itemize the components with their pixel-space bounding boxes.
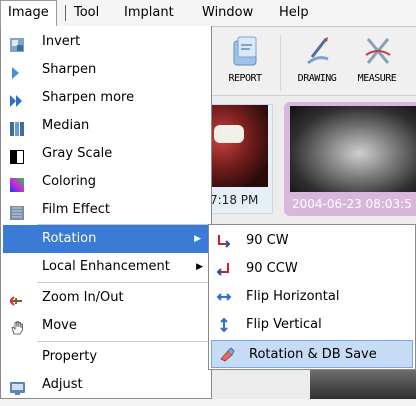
menu-help[interactable]: Help: [272, 0, 316, 26]
drawing-icon: [302, 33, 334, 69]
submenu-item-rotation-db-save[interactable]: Rotation & DB Save: [211, 340, 413, 368]
menu-item-label: Local Enhancement: [42, 259, 170, 274]
thumbnail-1-date: 7:18 PM: [210, 193, 259, 207]
coloring-icon: [10, 175, 24, 192]
intraoral-photo: [210, 105, 268, 187]
menu-item-local-enhancement[interactable]: Local Enhancement ▶: [1, 253, 211, 281]
measure-button[interactable]: MEASURE: [348, 27, 406, 95]
report-icon: [230, 33, 262, 69]
median-icon: [10, 119, 24, 136]
toolbar: REPORT DRAWING MEASURE: [210, 27, 416, 96]
measure-label: MEASURE: [357, 73, 397, 84]
gray-scale-icon: [10, 147, 24, 164]
menu-item-sharpen-more[interactable]: Sharpen more: [1, 84, 211, 112]
report-button[interactable]: REPORT: [216, 27, 274, 95]
menu-item-move[interactable]: Move: [1, 312, 211, 340]
film-effect-icon: [10, 203, 24, 220]
rotate-cw-icon: [216, 233, 232, 249]
menu-item-label: Sharpen: [42, 62, 97, 77]
menu-separator: [37, 282, 209, 283]
menu-item-label: Film Effect: [42, 202, 110, 217]
menu-item-label: Adjust: [42, 377, 83, 392]
submenu-item-label: Rotation & DB Save: [249, 347, 377, 362]
menu-item-label: Zoom In/Out: [42, 290, 124, 305]
menu-image[interactable]: Image: [0, 0, 57, 26]
drawing-label: DRAWING: [297, 73, 337, 84]
hand-icon: [10, 319, 24, 335]
flip-vertical-icon: [216, 317, 232, 333]
report-label: REPORT: [228, 73, 262, 84]
submenu-item-flip-horizontal[interactable]: Flip Horizontal: [209, 283, 415, 311]
xray-preview: [310, 370, 416, 399]
thumbnail-1[interactable]: 7:18 PM: [210, 104, 273, 214]
menu-item-property[interactable]: Property: [1, 343, 211, 371]
submenu-arrow-icon: ▶: [196, 262, 203, 272]
menu-separator: [65, 5, 66, 21]
drawing-button[interactable]: DRAWING: [288, 27, 346, 95]
menu-bar: Image Tool Implant Window Help: [0, 0, 416, 27]
menu-item-zoom[interactable]: Zoom In/Out: [1, 284, 211, 312]
menu-item-label: Coloring: [42, 174, 97, 189]
menu-item-label: Rotation: [42, 231, 97, 246]
menu-tool[interactable]: Tool: [67, 0, 106, 26]
adjust-icon: [10, 378, 25, 395]
panoramic-xray: [290, 106, 416, 192]
submenu-arrow-icon: ▶: [194, 234, 201, 244]
submenu-item-flip-vertical[interactable]: Flip Vertical: [209, 311, 415, 339]
submenu-item-label: Flip Horizontal: [246, 289, 340, 304]
menu-item-adjust[interactable]: Adjust: [1, 371, 211, 399]
sharpen-icon: [10, 63, 24, 79]
menu-item-label: Property: [42, 349, 98, 364]
zoom-icon: [8, 291, 24, 306]
sharpen-more-icon: [10, 91, 24, 107]
menu-item-rotation[interactable]: Rotation ▶: [3, 225, 209, 253]
submenu-item-label: Flip Vertical: [246, 317, 322, 332]
thumbnail-2-date: 2004-06-23 08:03:5: [292, 197, 412, 211]
image-menu: Invert Sharpen Sharpen more Median Gray …: [0, 26, 212, 399]
menu-item-median[interactable]: Median: [1, 112, 211, 140]
menu-item-label: Median: [42, 118, 90, 133]
menu-item-label: Invert: [42, 34, 81, 49]
submenu-item-90-ccw[interactable]: 90 CCW: [209, 255, 415, 283]
menu-separator: [37, 341, 209, 342]
menu-item-gray-scale[interactable]: Gray Scale: [1, 140, 211, 168]
menu-item-label: Gray Scale: [42, 146, 113, 161]
toolbar-separator: [280, 35, 281, 91]
menu-item-label: Move: [42, 318, 77, 333]
flip-horizontal-icon: [216, 289, 232, 305]
menu-item-film-effect[interactable]: Film Effect: [1, 196, 211, 224]
submenu-item-label: 90 CCW: [246, 261, 298, 276]
menu-item-coloring[interactable]: Coloring: [1, 168, 211, 196]
invert-icon: [10, 35, 24, 52]
menu-item-invert[interactable]: Invert: [1, 28, 211, 56]
menu-item-label: Sharpen more: [42, 90, 135, 105]
menu-window[interactable]: Window: [195, 0, 260, 26]
menu-item-sharpen[interactable]: Sharpen: [1, 56, 211, 84]
menu-implant[interactable]: Implant: [117, 0, 181, 26]
thumbnail-2[interactable]: 2004-06-23 08:03:5: [284, 102, 416, 216]
measure-icon: [362, 33, 394, 69]
rotate-ccw-icon: [216, 261, 232, 277]
rotation-db-save-icon: [219, 347, 235, 363]
submenu-item-90-cw[interactable]: 90 CW: [209, 227, 415, 255]
submenu-item-label: 90 CW: [246, 233, 289, 248]
rotation-submenu: 90 CW 90 CCW Flip Horizontal Flip Vertic…: [208, 224, 416, 370]
teeth-shape: [214, 125, 244, 143]
